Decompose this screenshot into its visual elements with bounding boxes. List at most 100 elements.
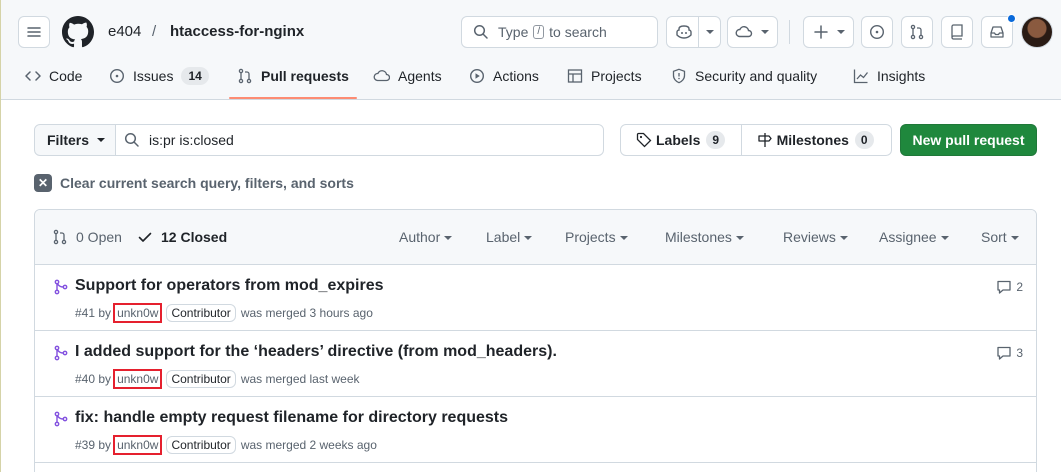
projects-filter-menu[interactable]: Projects: [565, 229, 628, 245]
closed-count-label: 12 Closed: [161, 229, 228, 245]
search-icon: [473, 24, 488, 39]
tab-agents[interactable]: Agents: [373, 60, 442, 92]
clear-filters-label: Clear current search query, filters, and…: [60, 175, 354, 191]
sort-menu[interactable]: Sort: [981, 229, 1019, 245]
codespaces-button[interactable]: [727, 16, 778, 48]
hamburger-icon: [27, 27, 41, 37]
filters-dropdown-button[interactable]: Filters: [34, 124, 116, 156]
assignee-filter-menu[interactable]: Assignee: [879, 229, 949, 245]
labels-button[interactable]: Labels 9: [621, 125, 742, 155]
copilot-caret-icon[interactable]: [706, 30, 714, 34]
chevron-down-icon: [837, 30, 845, 34]
repositories-button[interactable]: [941, 16, 973, 48]
pr-search-input[interactable]: is:pr is:closed: [115, 124, 604, 156]
milestones-button[interactable]: Milestones 0: [742, 125, 891, 155]
create-new-button[interactable]: [803, 16, 854, 48]
author-link[interactable]: unkn0w: [113, 303, 163, 323]
play-icon: [469, 68, 485, 84]
labels-label: Labels: [656, 132, 701, 148]
reviews-filter-menu[interactable]: Reviews: [783, 229, 848, 245]
merge-status: was merged 2 weeks ago: [240, 438, 377, 452]
cloud-icon: [735, 26, 753, 38]
breadcrumb-repo[interactable]: htaccess-for-nginx: [170, 23, 304, 40]
issue-opened-icon: [869, 24, 885, 40]
repo-page: e404 / htaccess-for-nginx Type / to sear…: [0, 0, 1061, 472]
comment-icon: [997, 280, 1011, 294]
pull-request-number: #39: [75, 438, 96, 452]
author-filter-menu[interactable]: Author: [399, 229, 452, 245]
closed-filter[interactable]: 12 Closed: [137, 229, 227, 245]
tab-issues-label: Issues: [133, 68, 174, 84]
pull-request-meta: #41 by unkn0w Contributor was merged 3 h…: [75, 303, 373, 323]
active-tab-underline: [229, 97, 357, 99]
list-header: 0 Open 12 Closed Author Label Projects M…: [35, 210, 1036, 265]
breadcrumb-separator: /: [152, 23, 157, 40]
author-link[interactable]: unkn0w: [113, 369, 163, 389]
labels-milestones-group: Labels 9 Milestones 0: [620, 124, 892, 156]
table-icon: [567, 69, 583, 83]
pull-request-row: Support for operators from mod_expires #…: [35, 265, 1036, 331]
by-label: by: [98, 438, 112, 452]
open-filter[interactable]: 0 Open: [52, 229, 122, 245]
pull-requests-button[interactable]: [901, 16, 933, 48]
label-filter-menu[interactable]: Label: [486, 229, 532, 245]
tab-code-label: Code: [49, 68, 83, 84]
github-logo-icon[interactable]: [62, 16, 94, 48]
comments-link[interactable]: 3: [996, 345, 1023, 361]
tab-pull-requests[interactable]: Pull requests: [237, 60, 349, 92]
pull-request-row: fix: handle empty request filename for d…: [35, 397, 1036, 463]
by-label: by: [98, 306, 112, 320]
milestone-icon: [757, 133, 772, 147]
contributor-badge: Contributor: [166, 370, 236, 388]
plus-icon: [814, 25, 828, 39]
repo-icon: [951, 24, 963, 40]
menu-button[interactable]: [18, 16, 50, 48]
chevron-down-icon: [698, 17, 699, 47]
shield-icon: [672, 68, 686, 84]
pull-request-list: 0 Open 12 Closed Author Label Projects M…: [34, 209, 1037, 472]
search-type-label: Type: [498, 24, 529, 40]
tab-projects[interactable]: Projects: [567, 60, 642, 92]
new-pull-request-button[interactable]: New pull request: [900, 124, 1037, 156]
tab-code[interactable]: Code: [25, 60, 82, 92]
comments-link[interactable]: 2: [996, 279, 1023, 295]
tab-security-label: Security and quality: [695, 68, 818, 84]
merge-status: was merged last week: [240, 372, 360, 386]
milestones-label: Milestones: [776, 132, 849, 148]
clear-filters-link[interactable]: ✕ Clear current search query, filters, a…: [34, 174, 354, 192]
labels-count: 9: [706, 131, 726, 149]
issues-button[interactable]: [861, 16, 893, 48]
code-icon: [25, 71, 41, 81]
pull-request-title[interactable]: fix: handle empty request filename for d…: [75, 409, 508, 427]
pull-request-title[interactable]: Support for operators from mod_expires: [75, 277, 384, 295]
user-avatar[interactable]: [1021, 16, 1053, 48]
copilot-button[interactable]: [666, 16, 721, 48]
tab-security[interactable]: Security and quality: [671, 60, 817, 92]
issues-count-badge: 14: [181, 67, 209, 85]
global-search-input[interactable]: Type / to search: [461, 16, 658, 48]
check-icon: [138, 232, 152, 242]
tab-projects-label: Projects: [591, 68, 642, 84]
copilot-icon: [676, 25, 692, 39]
merge-status: was merged 3 hours ago: [240, 306, 373, 320]
contributor-badge: Contributor: [166, 304, 236, 322]
author-link[interactable]: unkn0w: [113, 435, 163, 455]
comments-count: 3: [1016, 346, 1023, 360]
repo-header: e404 / htaccess-for-nginx Type / to sear…: [1, 0, 1061, 100]
milestones-filter-menu[interactable]: Milestones: [665, 229, 744, 245]
agent-icon: [373, 70, 390, 82]
breadcrumb-owner[interactable]: e404: [108, 23, 141, 40]
comments-count: 2: [1016, 280, 1023, 294]
issue-opened-icon: [109, 68, 125, 84]
tag-icon: [636, 132, 652, 148]
git-pull-request-icon: [910, 24, 924, 40]
tab-issues[interactable]: Issues 14: [109, 60, 209, 92]
pull-request-title[interactable]: I added support for the ‘headers’ direct…: [75, 343, 557, 361]
tab-actions[interactable]: Actions: [469, 60, 539, 92]
git-pull-request-icon: [53, 229, 67, 245]
open-count-label: 0 Open: [76, 229, 122, 245]
search-query-text: is:pr is:closed: [149, 132, 234, 148]
tab-insights[interactable]: Insights: [853, 60, 925, 92]
git-pull-request-icon: [238, 68, 252, 84]
notification-dot: [1007, 14, 1016, 23]
